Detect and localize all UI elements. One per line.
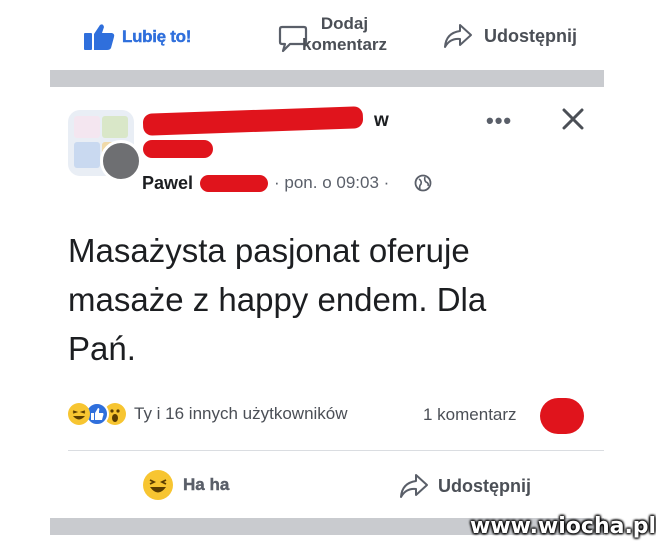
comment-button[interactable]: Dodaj komentarz	[278, 14, 387, 56]
post-timestamp[interactable]: · pon. o 09:03 ·	[274, 173, 389, 193]
group-name-redaction-2	[143, 140, 213, 158]
close-icon[interactable]	[560, 106, 586, 132]
share-button-bottom[interactable]: Udostępnij	[398, 472, 531, 500]
thumbs-up-icon	[82, 22, 116, 52]
comments-count[interactable]: 1 komentarz	[423, 405, 517, 425]
group-name-redaction	[142, 106, 364, 136]
reactions-summary[interactable]: Ty i 16 innych użytkowników	[68, 402, 348, 426]
haha-reaction-icon	[68, 403, 90, 425]
author-avatar[interactable]	[100, 140, 142, 182]
comment-label-line1: Dodaj	[320, 14, 369, 33]
like-button[interactable]: Lubię to!	[82, 22, 192, 52]
share-button-top[interactable]: Udostępnij	[442, 22, 577, 50]
group-suffix: w	[374, 110, 389, 131]
share-arrow-icon-bottom	[398, 472, 430, 500]
post-body-line-3: Pań.	[68, 330, 136, 367]
share-arrow-icon	[442, 22, 474, 50]
haha-button[interactable]: Ha ha	[143, 470, 229, 500]
haha-emoji-icon	[143, 470, 173, 500]
author-first-name[interactable]: Pawel	[142, 173, 193, 194]
reactions-text: Ty i 16 innych użytkowników	[134, 404, 348, 423]
haha-label: Ha ha	[183, 475, 230, 494]
like-label: Lubię to!	[122, 27, 192, 46]
comment-label-line2: komentarz	[302, 35, 388, 54]
watermark: www.wiocha.pl	[470, 514, 656, 539]
reactions-divider	[68, 450, 604, 451]
more-options-icon[interactable]: •••	[486, 108, 512, 134]
post-body-line-1: Masażysta pasjonat oferuje	[68, 232, 470, 269]
globe-icon	[414, 174, 432, 192]
author-surname-redaction	[200, 175, 268, 192]
post-body-line-2: masaże z happy endem. Dla	[68, 281, 487, 318]
share-label-bottom: Udostępnij	[438, 475, 531, 496]
section-divider-top	[50, 70, 604, 87]
share-label-top: Udostępnij	[484, 25, 577, 46]
commenter-redaction	[540, 398, 584, 434]
